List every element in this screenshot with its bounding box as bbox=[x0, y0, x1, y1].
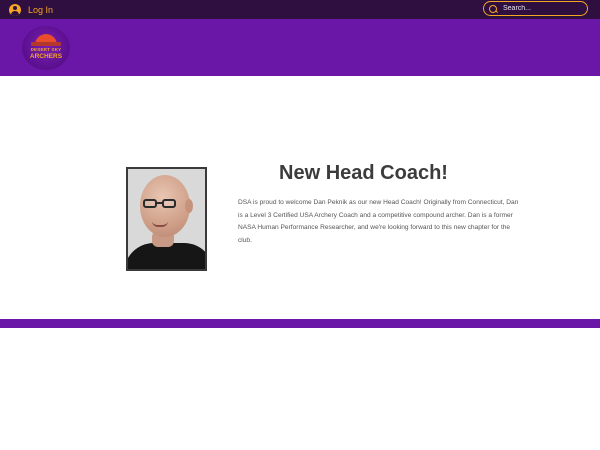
user-circle-icon bbox=[9, 3, 21, 16]
search-input[interactable] bbox=[503, 2, 583, 15]
logo-mesa-shape bbox=[31, 42, 61, 46]
feature-body-text: DSA is proud to welcome Dan Peknik as ou… bbox=[238, 199, 519, 244]
coach-photo bbox=[126, 167, 207, 271]
search-icon bbox=[489, 4, 497, 13]
top-bar: Log In bbox=[0, 0, 600, 19]
logo-text-line1: DESERT SKY bbox=[30, 47, 62, 52]
desert-sky-archers-logo[interactable]: DESERT SKY ARCHERS bbox=[22, 26, 70, 70]
feature-title: New Head Coach! bbox=[279, 162, 448, 184]
footer-band bbox=[0, 319, 600, 328]
search-box[interactable] bbox=[483, 1, 588, 16]
login-link[interactable]: Log In bbox=[9, 3, 53, 16]
site-header: DESERT SKY ARCHERS bbox=[0, 19, 600, 76]
logo-text-line2: ARCHERS bbox=[29, 53, 63, 60]
login-label: Log In bbox=[28, 4, 54, 15]
